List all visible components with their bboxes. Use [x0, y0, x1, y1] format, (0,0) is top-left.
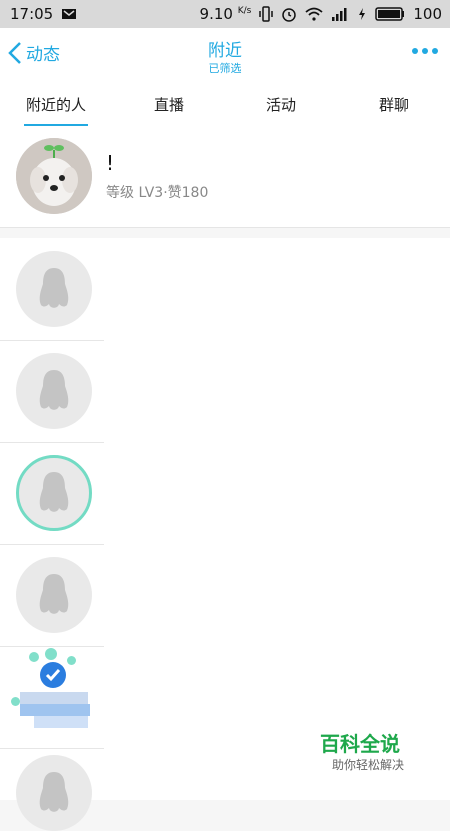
- charging-icon: [359, 8, 366, 20]
- pixelated-avatar-image: [20, 692, 88, 704]
- page-title: 附近: [208, 41, 242, 61]
- more-dot-icon: [422, 48, 428, 54]
- filter-status: 已筛选: [208, 62, 242, 75]
- status-bar: 17:05 9.10 K/s 100: [0, 0, 450, 28]
- tab-groups[interactable]: 群聊: [379, 94, 409, 115]
- profile-level-likes: 等级 LV3·赞180: [106, 185, 209, 201]
- default-avatar: [16, 455, 92, 531]
- more-dot-icon: [412, 48, 418, 54]
- tab-events[interactable]: 活动: [266, 94, 296, 115]
- list-item[interactable]: [0, 646, 104, 749]
- profile-name: !: [106, 151, 115, 175]
- status-time: 17:05: [10, 5, 54, 23]
- wifi-icon: [305, 7, 323, 21]
- list-item[interactable]: [0, 340, 104, 443]
- alarm-icon: [282, 8, 297, 22]
- nearby-people-list: [0, 238, 450, 831]
- signal-icon: [332, 8, 347, 21]
- navigation-bar: 动态 附近 已筛选: [0, 28, 450, 82]
- more-dot-icon: [432, 48, 438, 54]
- vibrate-icon: [259, 6, 274, 22]
- pixelated-avatar-image: [20, 704, 90, 716]
- watermark-title: 百科全说: [320, 732, 400, 756]
- tab-bar: 附近的人 直播 活动 群聊: [0, 82, 450, 127]
- network-speed: 9.10 K/s: [199, 5, 252, 23]
- tab-nearby-people[interactable]: 附近的人: [23, 94, 89, 127]
- my-profile-card[interactable]: ! 等级 LV3·赞180: [0, 126, 450, 228]
- profile-avatar: [16, 138, 92, 214]
- verified-badge-icon: [40, 662, 66, 688]
- penguin-silhouette-icon: [39, 268, 69, 308]
- battery-icon: [375, 7, 405, 21]
- penguin-silhouette-icon: [39, 472, 69, 512]
- watermark-subtitle: 助你轻松解决: [332, 758, 405, 772]
- message-icon: [62, 9, 77, 19]
- more-menu-button[interactable]: [412, 48, 438, 54]
- list-item[interactable]: [0, 544, 104, 647]
- pixelated-avatar-image: [34, 716, 88, 728]
- list-item[interactable]: [0, 238, 104, 341]
- battery-level: 100: [413, 5, 442, 23]
- default-avatar: [16, 557, 92, 633]
- default-avatar: [16, 755, 92, 831]
- list-item[interactable]: [0, 748, 104, 831]
- puppy-avatar-image: [16, 138, 92, 214]
- penguin-silhouette-icon: [39, 574, 69, 614]
- list-item[interactable]: [0, 442, 104, 706]
- watermark: 百科全说 助你轻松解决: [306, 728, 430, 776]
- default-avatar: [16, 353, 92, 429]
- default-avatar: [16, 251, 92, 327]
- tab-live[interactable]: 直播: [154, 94, 184, 115]
- penguin-silhouette-icon: [39, 772, 69, 812]
- penguin-silhouette-icon: [39, 370, 69, 410]
